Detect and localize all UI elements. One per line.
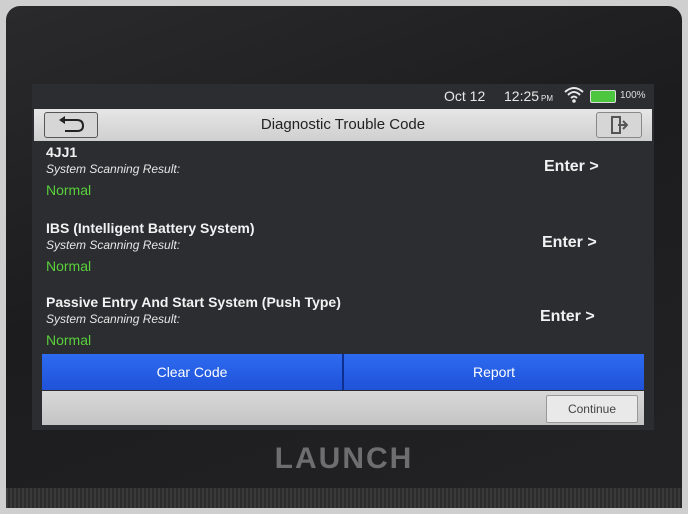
scan-result-status: Normal — [46, 332, 92, 348]
report-button[interactable]: Report — [342, 354, 644, 390]
system-list: 4JJ1 System Scanning Result: Normal Ente… — [32, 144, 654, 354]
system-name: 4JJ1 — [46, 144, 78, 160]
status-ampm: PM — [541, 94, 554, 103]
brand-logo: LAUNCH — [274, 442, 414, 475]
clear-code-button[interactable]: Clear Code — [42, 354, 342, 390]
continue-button[interactable]: Continue — [546, 395, 638, 423]
list-item: 4JJ1 System Scanning Result: Normal Ente… — [32, 144, 654, 220]
title-bar: Diagnostic Trouble Code — [34, 109, 652, 141]
system-name: IBS (Intelligent Battery System) — [46, 220, 255, 236]
footer-bar: Continue — [42, 391, 644, 425]
enter-button[interactable]: Enter > — [540, 308, 595, 326]
list-item: IBS (Intelligent Battery System) System … — [32, 220, 654, 296]
list-item: Passive Entry And Start System (Push Typ… — [32, 294, 654, 354]
enter-button[interactable]: Enter > — [542, 234, 597, 252]
enter-button[interactable]: Enter > — [544, 158, 599, 176]
system-name: Passive Entry And Start System (Push Typ… — [46, 294, 341, 310]
status-time-value: 12:25 — [504, 88, 540, 104]
wifi-icon — [564, 86, 584, 104]
scan-result-label: System Scanning Result: — [46, 238, 181, 252]
device-bottom-edge — [6, 488, 682, 508]
status-bar: Oct 12 12:25 PM 100% — [32, 84, 654, 108]
battery-icon — [590, 90, 616, 103]
scan-result-status: Normal — [46, 258, 92, 274]
battery-level: 100% — [620, 90, 646, 101]
status-time: 12:25 PM — [504, 88, 553, 104]
page-title: Diagnostic Trouble Code — [260, 116, 426, 133]
exit-icon — [611, 116, 628, 134]
action-bar: Clear Code Report — [42, 354, 644, 390]
device-screen: Oct 12 12:25 PM 100% Diagnostic Trouble C… — [32, 84, 654, 430]
scan-result-label: System Scanning Result: — [46, 312, 181, 326]
status-date: Oct 12 — [444, 88, 486, 104]
exit-button[interactable] — [596, 112, 642, 138]
scan-result-status: Normal — [46, 182, 92, 198]
scan-result-label: System Scanning Result: — [46, 162, 181, 176]
